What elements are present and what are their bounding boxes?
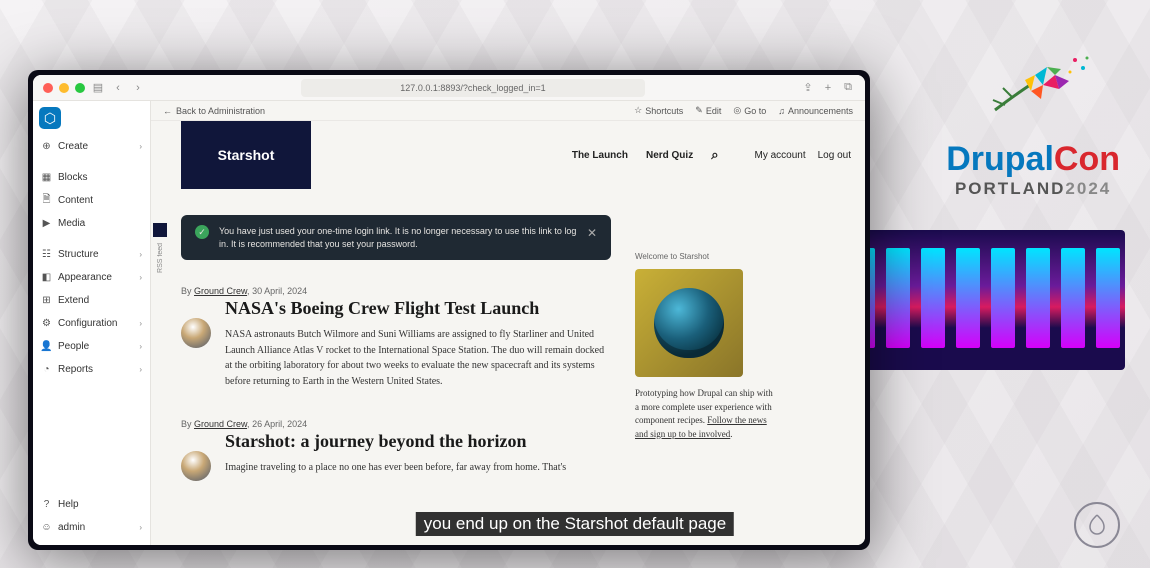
sidebar-item-people[interactable]: 👤People› <box>33 335 150 358</box>
search-icon[interactable]: ⌕ <box>711 147 718 163</box>
sidebar-aside: Welcome to Starshot Prototyping how Drup… <box>635 251 775 511</box>
help-icon: ? <box>41 499 52 510</box>
announcements-link[interactable]: ♫Announcements <box>778 105 853 116</box>
chevron-right-icon: › <box>139 250 142 259</box>
admin-strip: ←Back to Administration ☆Shortcuts ✎Edit… <box>151 101 865 121</box>
sidebar-item-content[interactable]: 🗎Content <box>33 189 150 212</box>
sidebar-item-appearance[interactable]: ◧Appearance› <box>33 266 150 289</box>
chevron-right-icon: › <box>139 365 142 374</box>
article-title[interactable]: NASA's Boeing Crew Flight Test Launch <box>225 298 611 319</box>
maximize-button[interactable] <box>75 83 85 93</box>
logo-con: Con <box>1054 140 1120 178</box>
check-icon: ✓ <box>195 225 209 239</box>
article: NASA's Boeing Crew Flight Test Launch NA… <box>181 298 611 389</box>
user-icon: ☺ <box>41 522 52 533</box>
sidebar-item-create[interactable]: ⊕Create› <box>33 135 150 158</box>
forward-button[interactable]: › <box>131 81 145 95</box>
site-name-banner[interactable]: Starshot <box>181 121 311 189</box>
bell-icon: ♫ <box>778 106 785 116</box>
titlebar: ▤ ‹ › 127.0.0.1:8893/?check_logged_in=1 … <box>33 75 865 101</box>
chevron-right-icon: › <box>139 523 142 532</box>
sidebar-item-blocks[interactable]: ▦Blocks <box>33 166 150 189</box>
sidebar-item-reports[interactable]: ◔Reports› <box>33 358 150 381</box>
appearance-icon: ◧ <box>41 272 52 283</box>
minimize-button[interactable] <box>59 83 69 93</box>
chevron-right-icon: › <box>139 142 142 151</box>
conference-logo: DrupalCon PORTLAND2024 <box>946 140 1120 199</box>
rose-graphic <box>975 50 1095 130</box>
video-caption: you end up on the Starshot default page <box>416 512 734 536</box>
nav-nerd-quiz[interactable]: Nerd Quiz <box>646 150 693 161</box>
author-link[interactable]: Ground Crew <box>194 419 247 429</box>
pencil-icon: ✎ <box>695 105 703 116</box>
aside-text: Prototyping how Drupal can ship with a m… <box>635 387 775 441</box>
sidebar-item-media[interactable]: ▶Media <box>33 212 150 235</box>
helmet-image[interactable] <box>635 269 743 377</box>
chevron-right-icon: › <box>139 342 142 351</box>
author-link[interactable]: Ground Crew <box>194 286 247 296</box>
goto-link[interactable]: ◎Go to <box>733 105 766 116</box>
rss-icon <box>153 223 167 237</box>
nav-the-launch[interactable]: The Launch <box>572 150 628 161</box>
edit-link[interactable]: ✎Edit <box>695 105 721 116</box>
article: Starshot: a journey beyond the horizon I… <box>181 431 611 481</box>
chevron-right-icon: › <box>139 273 142 282</box>
tabs-icon[interactable]: ⧉ <box>841 81 855 94</box>
content-icon: 🗎 <box>41 195 52 206</box>
star-icon: ☆ <box>634 105 642 116</box>
reports-icon: ◔ <box>41 364 52 375</box>
back-button[interactable]: ‹ <box>111 81 125 95</box>
article-byline: By Ground Crew, 30 April, 2024 <box>181 286 611 296</box>
drupal-badge-icon <box>1074 502 1120 548</box>
my-account-link[interactable]: My account <box>754 150 805 161</box>
sidebar-item-extend[interactable]: ⊞Extend <box>33 289 150 312</box>
shortcuts-link[interactable]: ☆Shortcuts <box>634 105 683 116</box>
target-icon: ◎ <box>733 105 741 116</box>
sidebar-item-structure[interactable]: ☷Structure› <box>33 243 150 266</box>
blocks-icon: ▦ <box>41 172 52 183</box>
rss-tab[interactable]: RSS feed <box>151 221 169 281</box>
status-message: ✓ You have just used your one-time login… <box>181 215 611 260</box>
new-tab-icon[interactable]: + <box>821 82 835 94</box>
extend-icon: ⊞ <box>41 295 52 306</box>
main-content: ✓ You have just used your one-time login… <box>181 215 611 511</box>
media-icon: ▶ <box>41 218 52 229</box>
welcome-label: Welcome to Starshot <box>635 251 775 263</box>
article-thumbnail[interactable] <box>181 318 211 348</box>
people-icon: 👤 <box>41 341 52 352</box>
structure-icon: ☷ <box>41 249 52 260</box>
admin-sidebar: ⬡ ⊕Create› ▦Blocks 🗎Content ▶Media ☷Stru… <box>33 101 151 545</box>
article-byline: By Ground Crew, 26 April, 2024 <box>181 419 611 429</box>
sidebar-item-configuration[interactable]: ⚙Configuration› <box>33 312 150 335</box>
close-button[interactable] <box>43 83 53 93</box>
url-bar[interactable]: 127.0.0.1:8893/?check_logged_in=1 <box>301 79 645 97</box>
sidebar-item-help[interactable]: ?Help <box>33 493 150 516</box>
share-icon[interactable]: ⇪ <box>801 81 815 94</box>
plus-icon: ⊕ <box>41 141 52 152</box>
stage-photo <box>845 230 1125 370</box>
status-text: You have just used your one-time login l… <box>219 225 577 250</box>
back-to-admin-link[interactable]: ←Back to Administration <box>163 106 265 116</box>
gear-icon: ⚙ <box>41 318 52 329</box>
drupal-logo-icon[interactable]: ⬡ <box>39 107 61 129</box>
chevron-right-icon: › <box>139 319 142 328</box>
article-thumbnail[interactable] <box>181 451 211 481</box>
sidebar-toggle-icon[interactable]: ▤ <box>91 81 105 95</box>
article-body: NASA astronauts Butch Wilmore and Suni W… <box>225 327 611 389</box>
back-arrow-icon: ← <box>163 106 172 116</box>
site-header: Starshot The Launch Nerd Quiz ⌕ My accou… <box>181 121 851 189</box>
article-title[interactable]: Starshot: a journey beyond the horizon <box>225 431 566 452</box>
browser-window: ▤ ‹ › 127.0.0.1:8893/?check_logged_in=1 … <box>28 70 870 550</box>
logo-drupal: Drupal <box>946 140 1054 178</box>
logout-link[interactable]: Log out <box>818 150 851 161</box>
close-icon[interactable]: ✕ <box>587 225 597 242</box>
sidebar-item-admin[interactable]: ☺admin› <box>33 516 150 539</box>
article-body: Imagine traveling to a place no one has … <box>225 460 566 476</box>
